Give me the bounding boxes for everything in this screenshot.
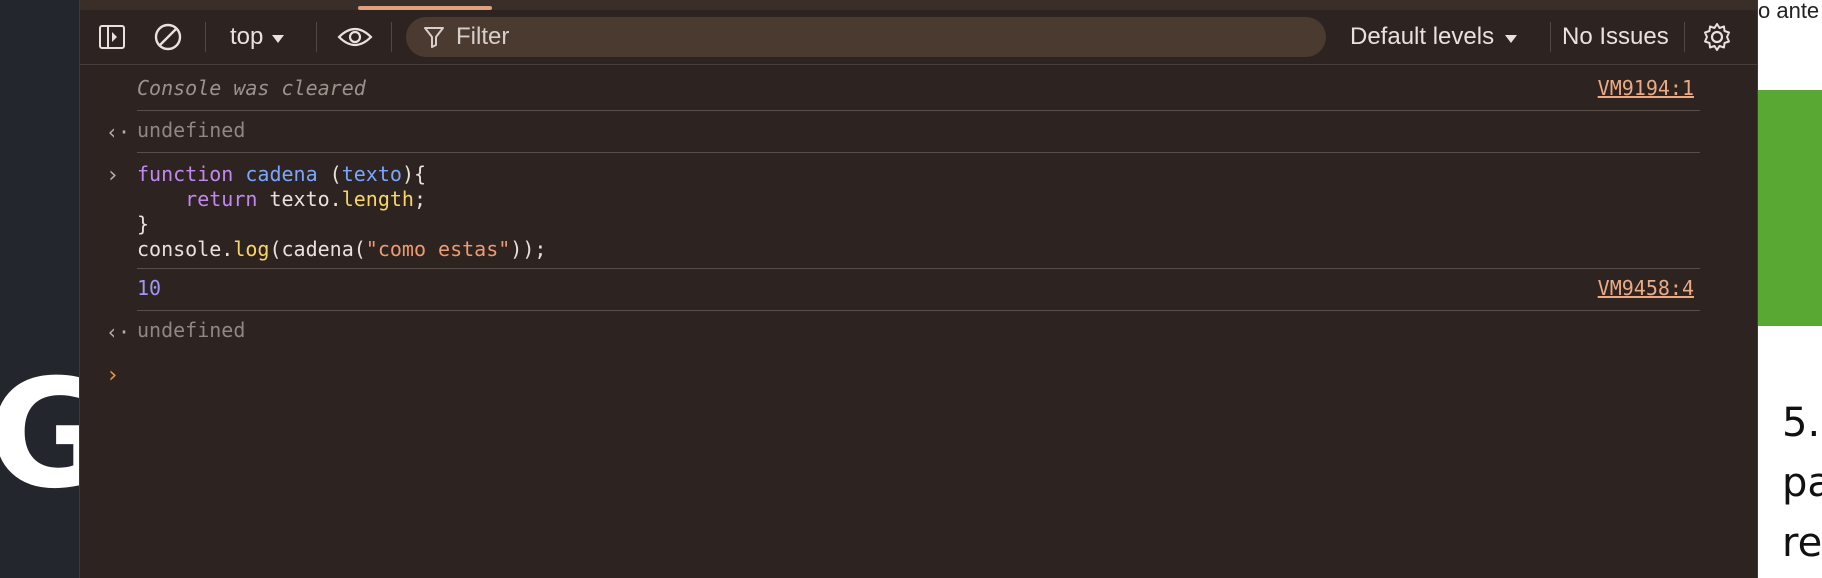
chevron-down-icon <box>271 23 285 51</box>
background-number: 5. <box>1782 400 1821 446</box>
background-green-block <box>1758 90 1822 326</box>
console-cleared-text: Console was cleared <box>137 76 366 100</box>
sidebar-toggle-icon[interactable] <box>94 10 130 64</box>
code-line-2: return texto.length; <box>185 187 427 211</box>
console-message: 10 VM9458:4 <box>80 269 1700 311</box>
code-line-3: } <box>137 212 150 236</box>
code-line-4: console.log(cadena("como estas")); <box>137 237 547 261</box>
console-result: ‹· undefined <box>80 111 1700 153</box>
toolbar-divider <box>205 22 206 52</box>
background-word-1: pa <box>1782 460 1822 506</box>
background-page-right: o ante 5. pa re <box>1758 0 1822 578</box>
input-prompt-icon: › <box>106 163 120 188</box>
console-result: ‹· undefined <box>80 311 1700 353</box>
context-label: top <box>230 23 264 50</box>
chevron-down-icon <box>1504 23 1518 51</box>
console-input: › function cadena (texto){ return texto.… <box>80 153 1700 269</box>
background-logo-text: GO <box>0 348 79 522</box>
background-word-2: re <box>1782 520 1822 566</box>
background-snippet: o ante <box>1758 0 1820 23</box>
toolbar-divider <box>1550 22 1551 52</box>
filter-icon <box>424 26 444 48</box>
result-arrow-icon: ‹· <box>106 320 131 344</box>
live-expression-icon[interactable] <box>333 10 377 64</box>
devtools-tab-strip <box>80 0 1757 10</box>
console-message: Console was cleared VM9194:1 <box>80 65 1700 111</box>
filter-placeholder: Filter <box>456 23 510 50</box>
clear-console-icon[interactable] <box>150 10 186 64</box>
toolbar-divider <box>316 22 317 52</box>
context-selector[interactable]: top <box>230 10 285 64</box>
source-link[interactable]: VM9194:1 <box>1598 76 1694 100</box>
result-value: undefined <box>137 118 246 142</box>
log-output-value: 10 <box>137 276 162 300</box>
issues-label: No Issues <box>1562 23 1669 50</box>
code-line-1: function cadena (texto){ <box>137 162 427 186</box>
source-link[interactable]: VM9458:4 <box>1598 276 1694 300</box>
background-page-left: GO <box>0 0 79 578</box>
result-value: undefined <box>137 318 246 342</box>
console-toolbar: top Filter Default levels No Issues <box>80 10 1757 65</box>
filter-input[interactable]: Filter <box>406 17 1326 57</box>
issues-button[interactable]: No Issues <box>1562 10 1669 64</box>
console-output: Console was cleared VM9194:1 ‹· undefine… <box>80 65 1757 578</box>
toolbar-divider <box>391 22 392 52</box>
gear-icon[interactable] <box>1699 10 1735 64</box>
devtools-panel: top Filter Default levels No Issues Cons… <box>79 0 1758 578</box>
result-arrow-icon: ‹· <box>106 120 131 144</box>
console-prompt-icon[interactable]: › <box>106 363 119 388</box>
levels-label: Default levels <box>1350 23 1495 50</box>
toolbar-divider <box>1684 22 1685 52</box>
log-levels-dropdown[interactable]: Default levels <box>1350 10 1518 64</box>
